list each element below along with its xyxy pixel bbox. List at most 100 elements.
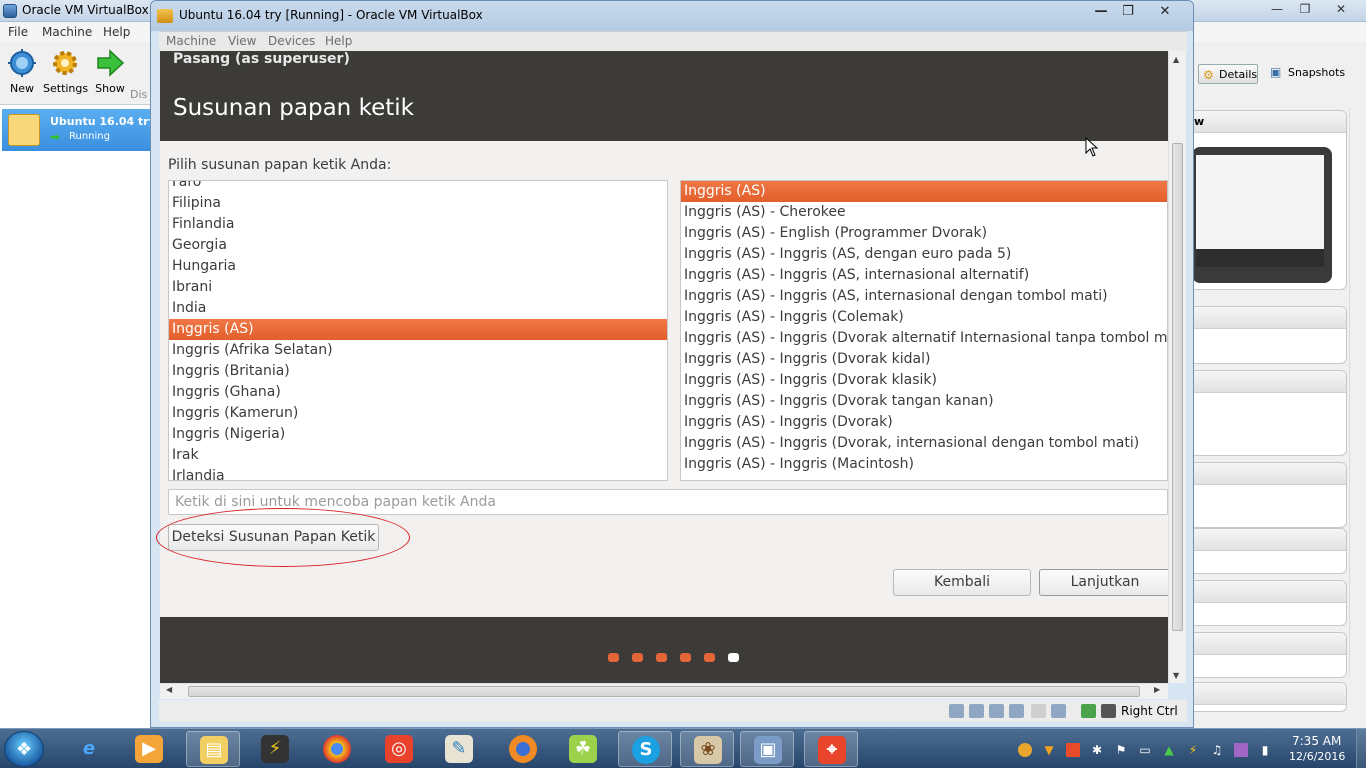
audio-icon[interactable] [989, 704, 1004, 718]
taskbar-app[interactable] [496, 731, 550, 767]
show-button[interactable]: Show [88, 48, 132, 95]
capture-icon[interactable] [1081, 704, 1096, 718]
menu-machine[interactable]: Machine [42, 25, 92, 39]
list-item[interactable]: Georgia [169, 235, 667, 256]
list-item[interactable]: Finlandia [169, 214, 667, 235]
list-item-selected[interactable]: Inggris (AS) [681, 181, 1167, 202]
detect-layout-button[interactable]: Deteksi Susunan Papan Ketik [168, 524, 379, 551]
close-icon[interactable]: ✕ [1150, 3, 1180, 21]
list-item[interactable]: Inggris (AS) - Cherokee [681, 202, 1167, 223]
list-item[interactable]: Inggris (AS) - Inggris (Dvorak alternati… [681, 328, 1167, 349]
list-item[interactable]: Inggris (AS) - Inggris (AS, dengan euro … [681, 244, 1167, 265]
vlc-icon[interactable]: ▼ [1042, 743, 1056, 757]
list-item[interactable]: Inggris (Kamerun) [169, 403, 667, 424]
start-button[interactable]: ❖ [4, 731, 44, 767]
list-item[interactable]: Inggris (AS) - Inggris (Colemak) [681, 307, 1167, 328]
clock-date[interactable]: 12/6/2016 [1289, 750, 1345, 763]
show-desktop-button[interactable] [1356, 729, 1366, 768]
list-item[interactable]: Inggris (AS) - Inggris (Dvorak tangan ka… [681, 391, 1167, 412]
taskbar-app[interactable]: ▣ [740, 731, 794, 767]
list-item[interactable]: Inggris (Afrika Selatan) [169, 340, 667, 361]
scrollbar-thumb[interactable] [1172, 143, 1183, 631]
taskbar-app[interactable]: ✎ [432, 731, 486, 767]
minimize-icon[interactable]: — [1262, 0, 1292, 18]
discard-button[interactable]: Dis [130, 48, 150, 101]
power-icon[interactable]: ⚡ [1186, 743, 1200, 757]
menu-help[interactable]: Help [103, 25, 130, 39]
details-button[interactable]: ⚙ Details [1198, 64, 1258, 84]
list-item[interactable]: Inggris (AS) - Inggris (Dvorak kidal) [681, 349, 1167, 370]
network-icon[interactable] [1009, 704, 1024, 718]
scroll-left-icon[interactable]: ◀ [166, 685, 172, 694]
maximize-icon[interactable]: ❐ [1290, 0, 1320, 18]
list-item[interactable]: Inggris (AS) - Inggris (Dvorak) [681, 412, 1167, 433]
minimize-icon[interactable]: — [1086, 3, 1116, 21]
app-tray-icon[interactable] [1234, 743, 1248, 757]
volume-icon[interactable]: ♫ [1210, 743, 1224, 757]
bluetooth-icon[interactable]: ✱ [1090, 743, 1104, 757]
menu-help[interactable]: Help [325, 34, 352, 48]
list-item[interactable]: Irak [169, 445, 667, 466]
app-tray-icon[interactable] [1066, 743, 1080, 757]
list-item[interactable]: Irlandia [169, 466, 667, 480]
list-item[interactable]: Inggris (AS) - English (Programmer Dvora… [681, 223, 1167, 244]
list-item[interactable]: Hungaria [169, 256, 667, 277]
taskbar-app[interactable]: ▶ [122, 731, 176, 767]
keyboard-variant-list[interactable]: Inggris (AS) Inggris (AS) - Cherokee Ing… [680, 180, 1168, 481]
vm-list-item[interactable]: Ubuntu 16.04 try ➡ Running [2, 109, 156, 151]
hard-disk-icon[interactable] [949, 704, 964, 718]
scroll-right-icon[interactable]: ▶ [1154, 685, 1160, 694]
taskbar-app[interactable]: S [618, 731, 672, 767]
vm-horizontal-scrollbar[interactable]: ◀ ▶ [160, 683, 1168, 699]
taskbar-app[interactable]: e [62, 731, 116, 767]
taskbar-app[interactable]: ◎ [372, 731, 426, 767]
list-item[interactable]: Inggris (AS) - Inggris (AS, internasiona… [681, 286, 1167, 307]
vm-titlebar[interactable]: Ubuntu 16.04 try [Running] - Oracle VM V… [151, 1, 1193, 31]
usb-icon[interactable] [1031, 704, 1046, 718]
taskbar-app[interactable]: ▤ [186, 731, 240, 767]
drive-icon[interactable]: ▲ [1162, 743, 1176, 757]
clock-time[interactable]: 7:35 AM [1292, 734, 1341, 748]
list-item[interactable]: Inggris (Ghana) [169, 382, 667, 403]
list-item[interactable]: Inggris (Nigeria) [169, 424, 667, 445]
menu-machine[interactable]: Machine [166, 34, 216, 48]
list-item[interactable]: India [169, 298, 667, 319]
list-item[interactable]: Inggris (AS) - Inggris (AS, internasiona… [681, 265, 1167, 286]
details-scrollbar[interactable] [1349, 108, 1364, 678]
list-item[interactable]: Inggris (Britania) [169, 361, 667, 382]
close-icon[interactable]: ✕ [1326, 0, 1356, 18]
taskbar-app[interactable]: ☘ [556, 731, 610, 767]
menu-file[interactable]: File [8, 25, 28, 39]
vm-vertical-scrollbar[interactable]: ▲ ▼ [1168, 51, 1186, 683]
new-button[interactable]: New [0, 48, 44, 95]
list-item[interactable]: Faro [169, 181, 667, 193]
taskbar-app[interactable]: ❀ [680, 731, 734, 767]
shared-folder-icon[interactable] [1051, 704, 1066, 718]
taskbar-app[interactable] [310, 731, 364, 767]
optical-drive-icon[interactable] [969, 704, 984, 718]
list-item[interactable]: Inggris (AS) - Inggris (Dvorak, internas… [681, 433, 1167, 454]
snapshots-button[interactable]: ▣ Snapshots [1268, 65, 1345, 79]
list-item[interactable]: Filipina [169, 193, 667, 214]
taskbar-app[interactable]: ⌖ [804, 731, 858, 767]
list-item-selected[interactable]: Inggris (AS) [169, 319, 667, 340]
menu-view[interactable]: View [228, 34, 256, 48]
scroll-down-icon[interactable]: ▼ [1173, 671, 1179, 680]
mouse-integration-icon[interactable] [1101, 704, 1116, 718]
keyboard-test-input[interactable] [168, 489, 1168, 515]
notification-icon[interactable] [1018, 743, 1032, 757]
back-button[interactable]: Kembali [893, 569, 1031, 596]
keyboard-layout-list[interactable]: Faro Filipina Finlandia Georgia Hungaria… [168, 180, 668, 481]
menu-devices[interactable]: Devices [268, 34, 315, 48]
taskbar-app[interactable]: ⚡ [248, 731, 302, 767]
continue-button[interactable]: Lanjutkan [1039, 569, 1168, 596]
settings-button[interactable]: Settings [43, 48, 88, 95]
action-center-icon[interactable]: ⚑ [1114, 743, 1128, 757]
display-icon[interactable]: ▭ [1138, 743, 1152, 757]
list-item[interactable]: Ibrani [169, 277, 667, 298]
maximize-icon[interactable]: ❐ [1113, 3, 1143, 21]
scrollbar-thumb[interactable] [188, 686, 1140, 697]
list-item[interactable]: Inggris (AS) - Inggris (Macintosh) [681, 454, 1167, 475]
list-item[interactable]: Inggris (AS) - Inggris (Dvorak klasik) [681, 370, 1167, 391]
scroll-up-icon[interactable]: ▲ [1173, 55, 1179, 64]
